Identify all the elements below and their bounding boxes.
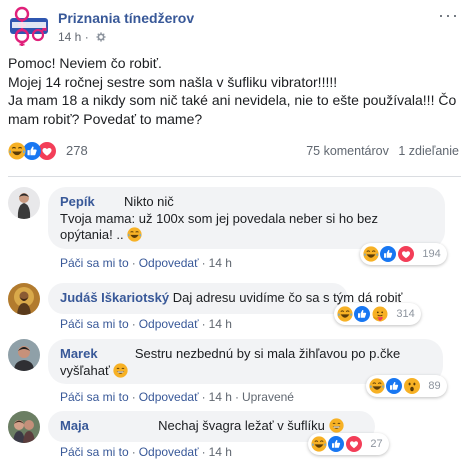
post-text-line: Mojej 14 ročnej sestre som našla v šufli…: [8, 73, 338, 90]
comment-bubble: Judáš Iškariotský Daj adresu uvidíme čo …: [48, 283, 402, 314]
comment: Marek Sestru nezbednú by si mala žihľavo…: [8, 339, 463, 404]
post-header: Priznania tínedžerov 14 h · ···: [8, 5, 461, 47]
haha-icon: [311, 435, 327, 452]
like-link[interactable]: Páči sa mi to: [60, 445, 129, 459]
post-stats: 75 komentárov 1 zdieľanie: [300, 144, 459, 158]
comment-text: Tvoja mama: už 100x som jej povedala neb…: [60, 210, 378, 226]
comment-reaction-count: 89: [428, 379, 441, 392]
comment-actions: Páči sa mi to · Odpovedať · 14 h: [60, 445, 232, 459]
haha-icon: [369, 377, 385, 394]
comment-reaction-count: 194: [422, 247, 441, 260]
meta-separator: ·: [84, 30, 93, 44]
love-icon: [397, 245, 414, 262]
comment-author[interactable]: Pepík: [60, 194, 95, 209]
reply-link[interactable]: Odpovedať: [139, 256, 199, 270]
reply-link[interactable]: Odpovedať: [139, 445, 199, 459]
gear-icon[interactable]: [96, 32, 106, 42]
like-icon: [354, 305, 371, 322]
comment-text: vyšľahať: [60, 362, 110, 378]
comment-author[interactable]: Maja: [60, 418, 89, 433]
post-text-line: Pomoc! Neviem čo robiť.: [8, 55, 162, 71]
care-icon: [371, 305, 388, 322]
comment-time[interactable]: 14 h: [209, 390, 232, 404]
comment-actions: Páči sa mi to · Odpovedať · 14 h · Upravené: [60, 390, 294, 404]
comment-time[interactable]: 14 h: [209, 445, 232, 459]
comment-text: Nechaj švagra ležať v šuflíku: [158, 418, 325, 433]
comment-actions: Páči sa mi to · Odpovedať · 14 h: [60, 317, 232, 331]
comment-author[interactable]: Judáš Iškariotský: [60, 290, 169, 305]
more-dots-icon[interactable]: ···: [438, 5, 459, 26]
comment-time[interactable]: 14 h: [209, 317, 232, 331]
avatar[interactable]: [8, 187, 40, 219]
reaction-count[interactable]: 278: [66, 143, 88, 158]
haha-icon: [8, 142, 26, 160]
comment-reaction-count: 27: [370, 437, 383, 450]
laughing-emoji-icon: [127, 227, 143, 242]
comment: Judáš Iškariotský Daj adresu uvidíme čo …: [8, 283, 463, 331]
like-link[interactable]: Páči sa mi to: [60, 317, 129, 331]
grinning-emoji-icon: [113, 362, 129, 378]
avatar[interactable]: [8, 283, 40, 315]
comment-text: Nikto nič: [123, 194, 174, 209]
post-text-line: mam robiť? Povedať to mame?: [8, 110, 203, 127]
comment-time[interactable]: 14 h: [209, 256, 232, 270]
like-icon: [380, 245, 397, 262]
comment-reaction-count: 314: [396, 307, 415, 320]
shares-count[interactable]: 1 zdieľanie: [398, 144, 459, 158]
comment-text: Sestru nezbednú by si mala žihľavou po p…: [134, 346, 401, 361]
like-icon: [328, 435, 345, 452]
page-name[interactable]: Priznania tínedžerov: [58, 10, 194, 26]
love-icon: [345, 435, 362, 452]
comment-actions: Páči sa mi to · Odpovedať · 14 h: [60, 256, 232, 270]
like-icon: [386, 377, 403, 394]
divider: [8, 176, 461, 177]
post-text: Pomoc! Neviem čo robiť. Mojej 14 ročnej …: [8, 54, 463, 128]
avatar[interactable]: [8, 339, 40, 371]
comment-reactions[interactable]: 314: [334, 303, 421, 325]
post-time[interactable]: 14 h: [58, 30, 81, 44]
comment-reactions[interactable]: 89: [366, 375, 447, 397]
reply-link[interactable]: Odpovedať: [139, 317, 199, 331]
haha-icon: [363, 245, 379, 262]
post-meta: 14 h ·: [58, 30, 106, 44]
reply-link[interactable]: Odpovedať: [139, 390, 199, 404]
comment-text: opýtania! ..: [60, 227, 124, 242]
grinning-emoji-icon: [328, 418, 344, 433]
reactions-bar: 278 75 komentárov 1 zdieľanie: [8, 141, 461, 163]
wow-icon: [403, 377, 420, 394]
post-text-line: Ja mam 18 a nikdy som nič také ani nevid…: [8, 92, 457, 108]
avatar[interactable]: [8, 411, 40, 443]
edited-label[interactable]: Upravené: [242, 390, 294, 404]
like-link[interactable]: Páči sa mi to: [60, 256, 129, 270]
comments-count[interactable]: 75 komentárov: [306, 144, 389, 158]
page-logo-icon[interactable]: [8, 5, 50, 47]
comment: Pepík Nikto nič Tvoja mama: už 100x som …: [8, 187, 463, 270]
comment-reactions[interactable]: 194: [360, 243, 447, 265]
comment-reactions[interactable]: 27: [308, 433, 389, 455]
comment-bubble: Pepík Nikto nič Tvoja mama: už 100x som …: [48, 187, 445, 249]
comment-author[interactable]: Marek: [60, 346, 98, 361]
haha-icon: [337, 305, 353, 322]
like-link[interactable]: Páči sa mi to: [60, 390, 129, 404]
comment: Maja Nechaj švagra ležať v šuflíku 27 Pá…: [8, 411, 463, 459]
